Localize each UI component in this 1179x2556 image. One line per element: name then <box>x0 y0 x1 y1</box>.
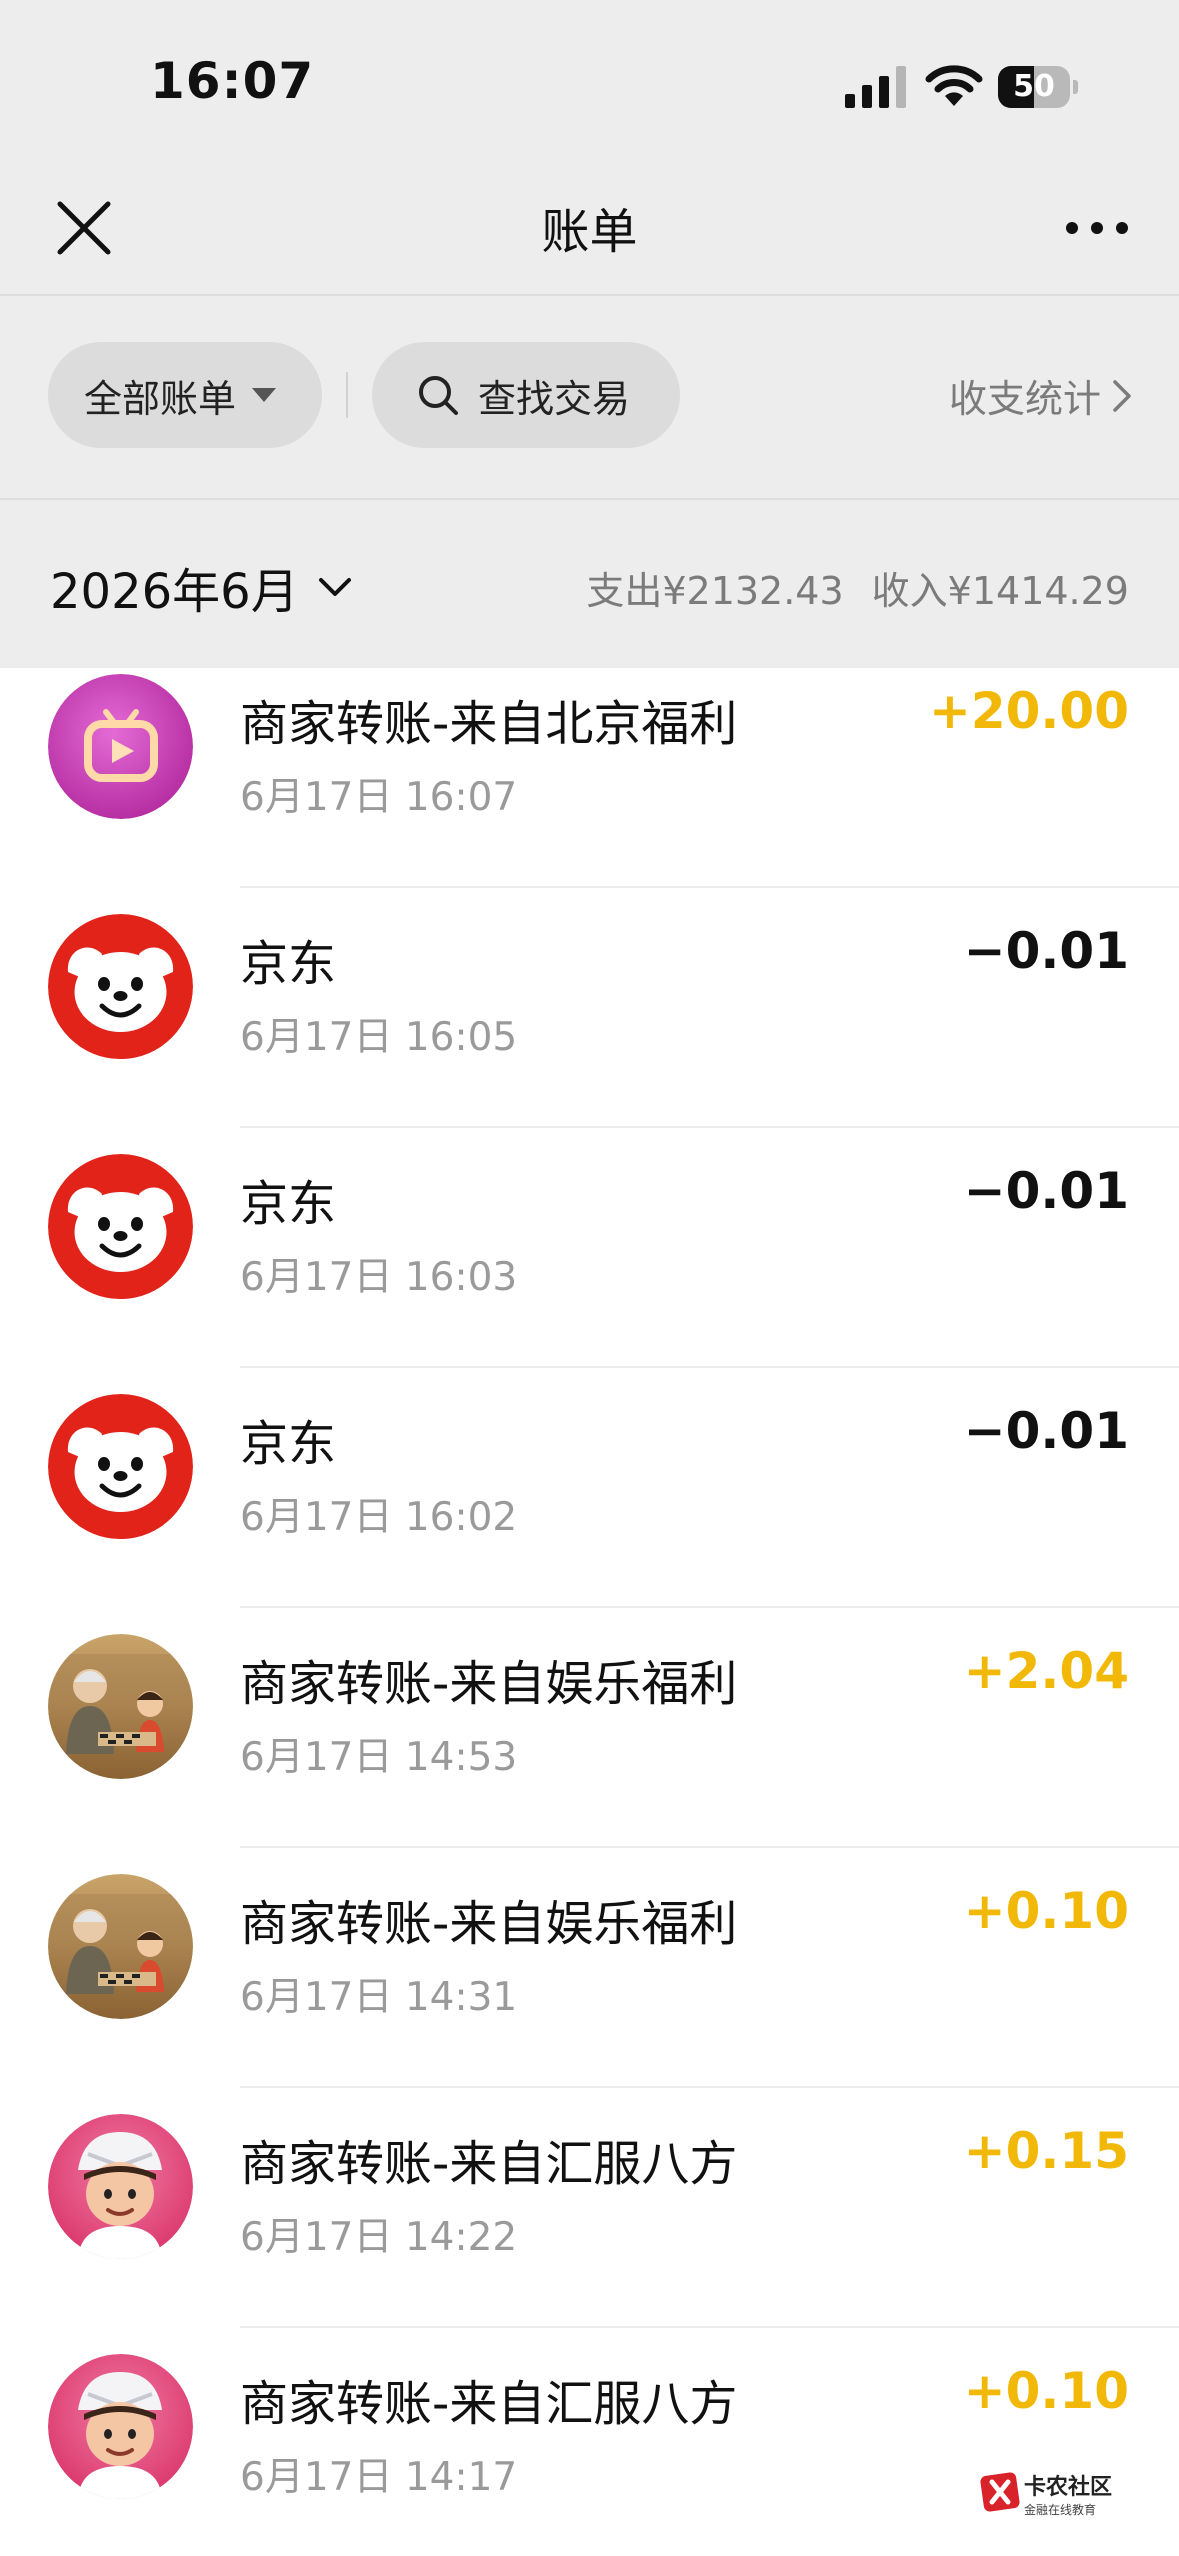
chevron-right-icon <box>1113 379 1131 412</box>
battery-indicator: 50 <box>998 66 1078 108</box>
transaction-title: 商家转账-来自北京福利 <box>240 696 738 752</box>
tv-app-icon <box>48 674 193 819</box>
transaction-amount: −0.01 <box>963 922 1129 980</box>
income-total: 收入¥1414.29 <box>871 569 1129 613</box>
transaction-time: 6月17日 14:53 <box>240 1735 518 1780</box>
transaction-row[interactable]: 商家转账-来自娱乐福利 6月17日 14:31 +0.10 <box>0 1848 1179 2088</box>
page-title: 账单 <box>541 204 638 260</box>
transaction-row[interactable]: 商家转账-来自汇服八方 6月17日 14:22 +0.15 <box>0 2088 1179 2328</box>
transaction-amount: +0.10 <box>963 2362 1129 2420</box>
chess-players-icon <box>48 1634 193 1779</box>
jd-dog-icon <box>48 1154 193 1299</box>
transaction-time: 6月17日 16:03 <box>240 1255 518 1300</box>
transaction-amount: +0.10 <box>963 1882 1129 1940</box>
transaction-title: 商家转账-来自娱乐福利 <box>240 1656 738 1712</box>
jd-dog-icon <box>48 1394 193 1539</box>
all-bills-label: 全部账单 <box>84 376 237 421</box>
kanong-watermark-logo: 卡农社区 金融在线教育 <box>980 2472 1112 2517</box>
svg-text:金融在线教育: 金融在线教育 <box>1024 2502 1096 2517</box>
transaction-list: 商家转账-来自北京福利 6月17日 16:07 +20.00 京东 6月17日 16:0… <box>0 668 1179 2556</box>
caret-down-icon <box>252 388 277 402</box>
transaction-row[interactable]: 商家转账-来自娱乐福利 6月17日 14:53 +2.04 <box>0 1608 1179 1848</box>
filter-divider <box>0 498 1179 500</box>
cartoon-chef-icon <box>48 2354 193 2499</box>
transaction-row[interactable]: 商家转账-来自北京福利 6月17日 16:07 +20.00 <box>0 668 1179 888</box>
transaction-title: 商家转账-来自汇服八方 <box>240 2376 738 2432</box>
stats-label: 收支统计 <box>948 377 1101 421</box>
transaction-amount: +2.04 <box>963 1642 1129 1700</box>
chevron-down-icon <box>318 578 351 596</box>
svg-text:卡农社区: 卡农社区 <box>1024 2474 1112 2500</box>
transaction-time: 6月17日 14:17 <box>240 2455 518 2500</box>
search-icon <box>419 376 458 415</box>
status-time: 16:07 <box>150 52 315 110</box>
month-selector[interactable]: 2026年6月 <box>50 552 353 622</box>
income-expense-stats-link[interactable]: 收支统计 <box>949 368 1133 423</box>
transaction-title: 商家转账-来自汇服八方 <box>240 2136 738 2192</box>
filter-separator <box>346 372 348 418</box>
transaction-time: 6月17日 14:31 <box>240 1975 518 2020</box>
month-label: 2026年6月 <box>50 564 299 620</box>
cellular-signal-icon <box>845 66 906 108</box>
transaction-amount: −0.01 <box>963 1402 1129 1460</box>
expense-total: 支出¥2132.43 <box>586 569 844 613</box>
wifi-icon <box>925 65 983 106</box>
transaction-time: 6月17日 16:07 <box>240 775 518 820</box>
transaction-title: 京东 <box>240 936 337 992</box>
transaction-time: 6月17日 16:05 <box>240 1015 518 1060</box>
all-bills-filter[interactable]: 全部账单 <box>48 342 322 448</box>
more-options-icon[interactable] <box>1062 210 1132 246</box>
transaction-amount: +20.00 <box>928 682 1129 740</box>
transaction-title: 商家转账-来自娱乐福利 <box>240 1896 738 1952</box>
transaction-amount: −0.01 <box>963 1162 1129 1220</box>
search-label: 查找交易 <box>478 376 631 421</box>
transaction-row[interactable]: 京东 6月17日 16:05 −0.01 <box>0 888 1179 1128</box>
cartoon-chef-icon <box>48 2114 193 2259</box>
transaction-row[interactable]: 京东 6月17日 16:02 −0.01 <box>0 1368 1179 1608</box>
transaction-amount: +0.15 <box>963 2122 1129 2180</box>
transaction-row[interactable]: 京东 6月17日 16:03 −0.01 <box>0 1128 1179 1368</box>
nav-divider <box>0 294 1179 296</box>
transaction-title: 京东 <box>240 1416 337 1472</box>
transaction-title: 京东 <box>240 1176 337 1232</box>
transaction-time: 6月17日 14:22 <box>240 2215 518 2260</box>
search-transactions-button[interactable]: 查找交易 <box>372 342 680 448</box>
month-summary: 支出¥2132.43 收入¥1414.29 <box>586 560 1129 615</box>
transaction-time: 6月17日 16:02 <box>240 1495 518 1540</box>
chess-players-icon <box>48 1874 193 2019</box>
jd-dog-icon <box>48 914 193 1059</box>
